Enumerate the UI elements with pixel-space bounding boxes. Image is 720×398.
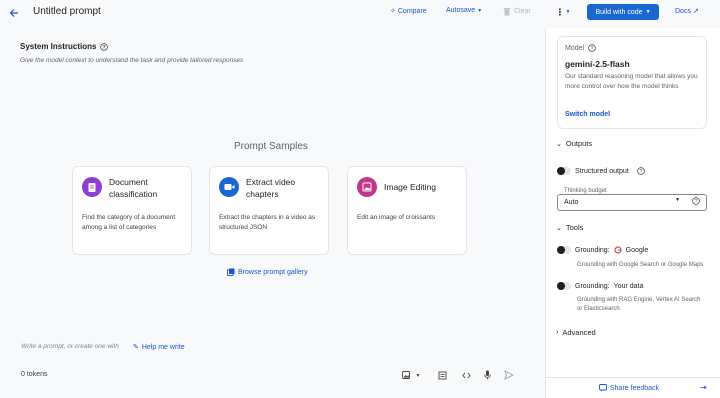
- gallery-label: Browse prompt gallery: [238, 268, 308, 276]
- prompt-title[interactable]: Untitled prompt: [33, 6, 101, 17]
- chevron-down-icon: ▼: [477, 7, 483, 14]
- grounding-google-toggle[interactable]: [557, 246, 571, 254]
- back-arrow-icon[interactable]: [7, 6, 21, 20]
- outputs-section-header[interactable]: ⌄ Outputs: [556, 139, 592, 148]
- system-instructions-title: System Instructions: [20, 42, 97, 51]
- thinking-budget-label: Thinking budget: [562, 188, 609, 194]
- chevron-right-icon: ›: [556, 329, 559, 336]
- trash-icon: [503, 8, 511, 16]
- svg-text:?: ?: [103, 44, 106, 50]
- image-icon: [357, 177, 377, 197]
- grounding-google-description: Grounding with Google Search or Google M…: [577, 262, 704, 268]
- code-icon[interactable]: [460, 369, 472, 381]
- help-icon[interactable]: ?: [636, 167, 645, 175]
- send-icon[interactable]: [503, 369, 515, 381]
- advanced-section-header[interactable]: › Advanced: [556, 328, 596, 337]
- outputs-label: Outputs: [565, 139, 593, 148]
- grounding-data-label: Grounding:: [575, 282, 610, 290]
- help-icon[interactable]: ?: [692, 197, 700, 207]
- google-logo-icon: [614, 246, 622, 254]
- card-title: Image Editing: [384, 182, 436, 192]
- grounding-google-name: Google: [625, 246, 649, 254]
- compare-button[interactable]: ✧ Compare: [390, 7, 427, 16]
- card-description: Find the category of a document among a …: [82, 214, 176, 231]
- help-me-write-label: Help me write: [141, 343, 185, 351]
- switch-model-button[interactable]: Switch model: [565, 111, 610, 118]
- gallery-icon: [227, 268, 235, 276]
- clear-button[interactable]: Clear: [503, 7, 531, 16]
- insert-dropdown-icon[interactable]: ▾: [412, 369, 424, 381]
- svg-text:?: ?: [695, 199, 698, 205]
- grounding-google-label: Grounding:: [575, 246, 610, 254]
- model-description: Our standard reasoning model that allows…: [565, 73, 698, 90]
- autosave-label: Autosave: [446, 7, 476, 14]
- grounding-google-row: Grounding: Google: [557, 246, 648, 254]
- model-name: gemini-2.5-flash: [565, 59, 630, 69]
- system-instructions-input[interactable]: Give the model context to understand the…: [20, 57, 243, 64]
- document-list-icon[interactable]: [436, 369, 448, 381]
- share-feedback-button[interactable]: Share feedback: [599, 384, 659, 392]
- tools-section-header[interactable]: ⌄ Tools: [556, 223, 583, 232]
- grounding-data-name: Your data: [613, 282, 644, 290]
- card-description: Extract the chapters in a video as struc…: [219, 214, 316, 231]
- external-link-icon: ↗: [692, 8, 699, 15]
- dropdown-caret-icon[interactable]: ▼: [675, 197, 680, 203]
- token-count: 0 tokens: [21, 371, 48, 378]
- build-label: Build with code: [595, 8, 643, 16]
- thinking-budget-select[interactable]: [557, 194, 707, 211]
- share-feedback-label: Share feedback: [610, 384, 660, 392]
- prompt-input[interactable]: Write a prompt, or create one with: [21, 343, 119, 350]
- feedback-icon: [599, 384, 607, 392]
- system-instructions-header[interactable]: System Instructions ?: [20, 42, 109, 51]
- grounding-data-toggle[interactable]: [557, 282, 571, 290]
- collapse-panel-icon[interactable]: ⇥: [700, 383, 707, 392]
- compare-label: Compare: [397, 7, 427, 15]
- svg-text:?: ?: [639, 169, 642, 175]
- docs-label: Docs: [675, 7, 691, 15]
- chevron-down-icon: ⌄: [556, 140, 562, 148]
- help-icon[interactable]: ?: [100, 42, 109, 51]
- sample-card-image-editing[interactable]: Image Editing Edit an image of croissant…: [347, 166, 467, 255]
- chevron-down-icon: ▼: [645, 9, 651, 15]
- pen-spark-icon: ✎: [133, 344, 139, 351]
- grounding-data-row: Grounding: Your data: [557, 282, 643, 290]
- chevron-down-icon: ⌄: [556, 224, 562, 232]
- card-title: Document classification: [109, 177, 158, 199]
- structured-output-row: Structured output ?: [557, 167, 645, 175]
- svg-text:?: ?: [591, 46, 594, 52]
- divider: [545, 377, 720, 378]
- prompt-samples-title: Prompt Samples: [234, 141, 308, 152]
- card-description: Edit an image of croissants: [357, 214, 436, 221]
- video-icon: [219, 177, 239, 197]
- help-me-write-button[interactable]: ✎ Help me write: [133, 343, 185, 352]
- structured-output-label: Structured output: [575, 167, 629, 175]
- advanced-label: Advanced: [562, 328, 596, 337]
- tools-label: Tools: [565, 223, 584, 232]
- grounding-data-description: Grounding with RAG Engine, Vertex AI Sea…: [577, 297, 701, 312]
- chevron-down-icon: ▼: [565, 9, 571, 15]
- docs-link[interactable]: Docs ↗: [675, 7, 699, 16]
- thinking-budget-value: Auto: [564, 199, 579, 206]
- model-label-text: Model: [565, 44, 585, 52]
- clear-label: Clear: [514, 8, 531, 15]
- document-icon: [82, 177, 102, 197]
- more-options-button[interactable]: ⋮ ▼: [552, 4, 574, 20]
- structured-output-toggle[interactable]: [557, 167, 571, 175]
- compare-icon: ✧: [390, 8, 396, 15]
- model-label: Model ?: [565, 44, 596, 52]
- more-vert-icon: ⋮: [555, 6, 565, 17]
- autosave-dropdown[interactable]: Autosave ▼: [446, 7, 482, 14]
- sample-card-extract-video-chapters[interactable]: Extract video chapters Extract the chapt…: [209, 166, 329, 255]
- card-title: Extract video chapters: [246, 177, 296, 199]
- sample-card-document-classification[interactable]: Document classification Find the categor…: [72, 166, 192, 255]
- help-icon[interactable]: ?: [588, 44, 596, 52]
- microphone-icon[interactable]: [481, 369, 493, 381]
- build-with-code-button[interactable]: Build with code ▼: [587, 4, 659, 20]
- browse-gallery-link[interactable]: Browse prompt gallery: [227, 268, 308, 276]
